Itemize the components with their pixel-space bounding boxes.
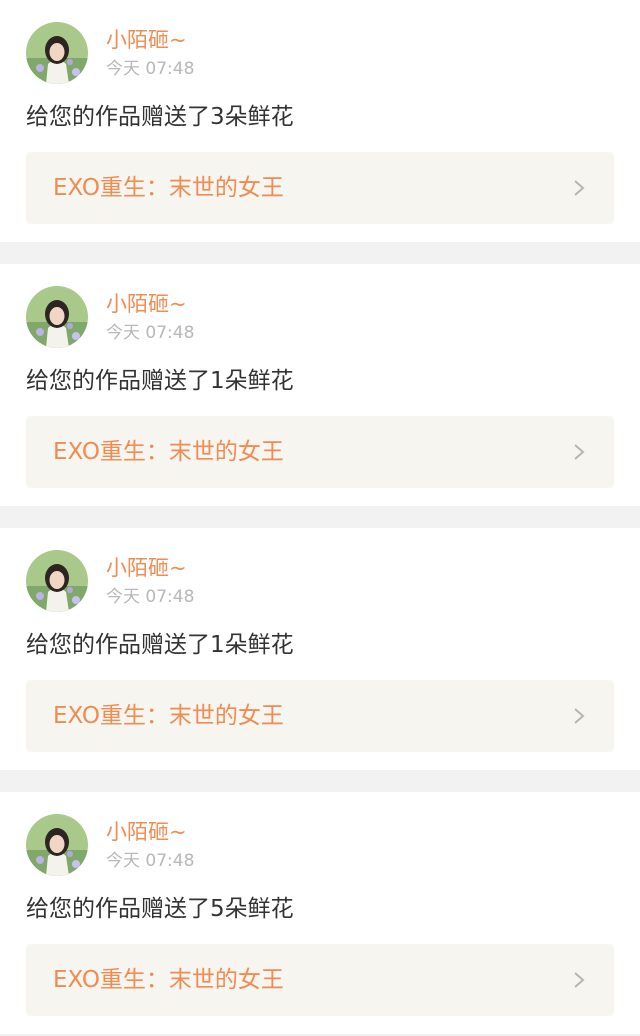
chevron-right-icon <box>574 972 585 988</box>
avatar-photo-icon <box>26 550 88 612</box>
avatar-photo-icon <box>26 22 88 84</box>
notification-feed: 小陌砸~ 今天 07:48 给您的作品赠送了3朵鲜花 EXO重生：末世的女王 小… <box>0 0 640 1034</box>
work-link[interactable]: EXO重生：末世的女王 <box>26 416 614 488</box>
chevron-right-icon <box>574 180 585 196</box>
user-avatar[interactable] <box>26 22 88 84</box>
work-title: EXO重生：末世的女王 <box>53 703 284 729</box>
user-avatar[interactable] <box>26 286 88 348</box>
timestamp: 今天 07:48 <box>106 587 195 607</box>
username[interactable]: 小陌砸~ <box>106 555 187 581</box>
work-link[interactable]: EXO重生：末世的女王 <box>26 152 614 224</box>
username[interactable]: 小陌砸~ <box>106 291 187 317</box>
chevron-right-icon <box>574 708 585 724</box>
notification-card: 小陌砸~ 今天 07:48 给您的作品赠送了5朵鲜花 EXO重生：末世的女王 <box>0 792 640 1034</box>
username[interactable]: 小陌砸~ <box>106 819 187 845</box>
work-link[interactable]: EXO重生：末世的女王 <box>26 680 614 752</box>
notification-message: 给您的作品赠送了3朵鲜花 <box>26 104 294 130</box>
work-title: EXO重生：末世的女王 <box>53 967 284 993</box>
notification-card: 小陌砸~ 今天 07:48 给您的作品赠送了1朵鲜花 EXO重生：末世的女王 <box>0 528 640 770</box>
user-avatar[interactable] <box>26 814 88 876</box>
chevron-right-icon <box>574 444 585 460</box>
user-avatar[interactable] <box>26 550 88 612</box>
avatar-photo-icon <box>26 814 88 876</box>
timestamp: 今天 07:48 <box>106 851 195 871</box>
notification-card: 小陌砸~ 今天 07:48 给您的作品赠送了1朵鲜花 EXO重生：末世的女王 <box>0 264 640 506</box>
timestamp: 今天 07:48 <box>106 59 195 79</box>
timestamp: 今天 07:48 <box>106 323 195 343</box>
notification-message: 给您的作品赠送了1朵鲜花 <box>26 632 294 658</box>
username[interactable]: 小陌砸~ <box>106 27 187 53</box>
work-link[interactable]: EXO重生：末世的女王 <box>26 944 614 1016</box>
notification-card: 小陌砸~ 今天 07:48 给您的作品赠送了3朵鲜花 EXO重生：末世的女王 <box>0 0 640 242</box>
notification-message: 给您的作品赠送了1朵鲜花 <box>26 368 294 394</box>
work-title: EXO重生：末世的女王 <box>53 175 284 201</box>
notification-message: 给您的作品赠送了5朵鲜花 <box>26 896 294 922</box>
work-title: EXO重生：末世的女王 <box>53 439 284 465</box>
avatar-photo-icon <box>26 286 88 348</box>
